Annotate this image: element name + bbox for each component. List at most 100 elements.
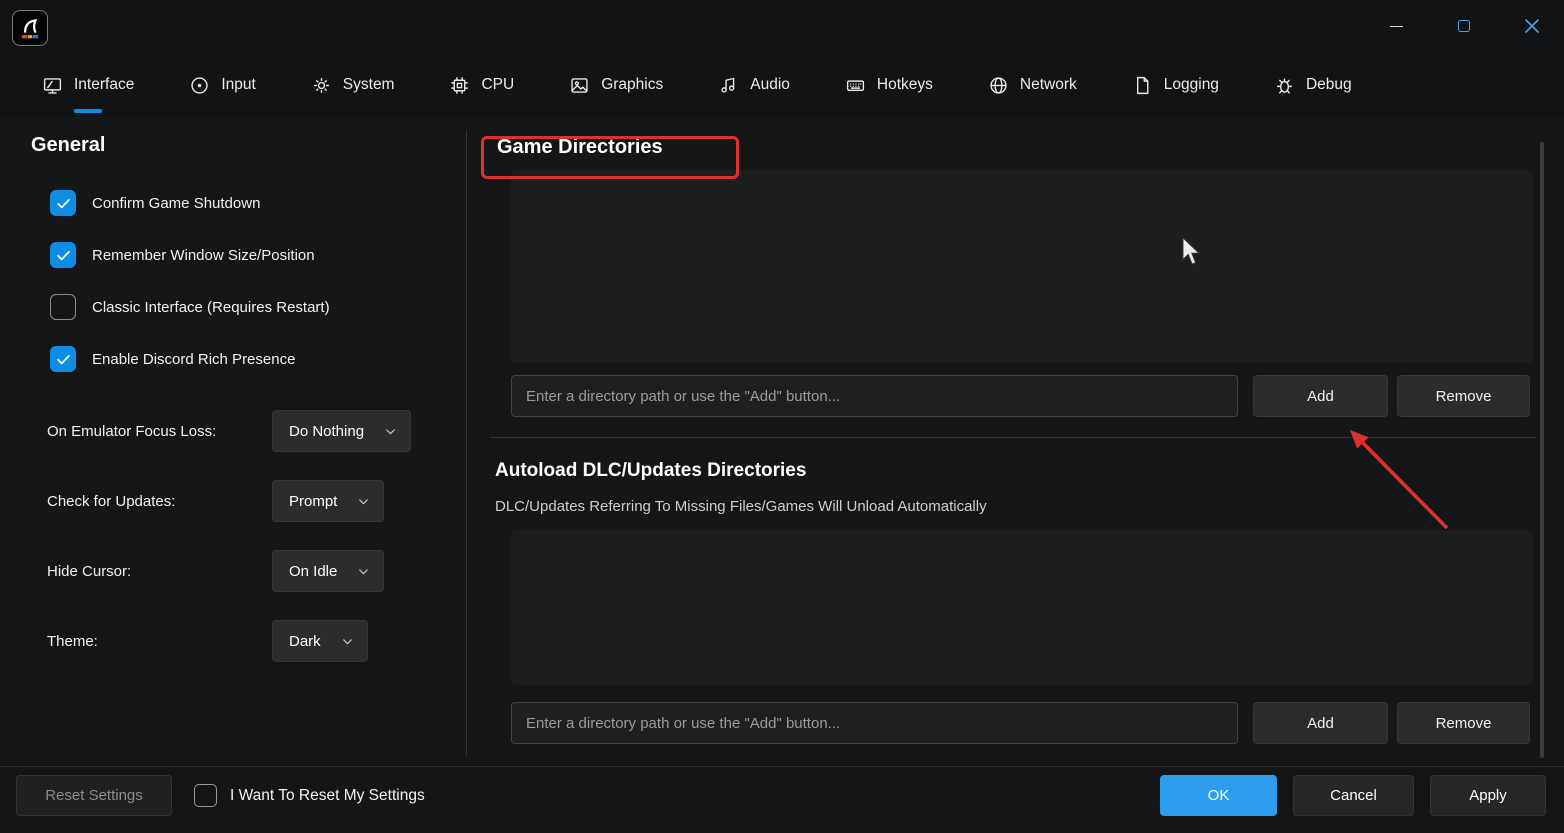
- hide-cursor-label: Hide Cursor:: [47, 563, 131, 580]
- tab-label: Interface: [74, 76, 134, 94]
- confirm-game-shutdown-checkbox[interactable]: [50, 190, 76, 216]
- maximize-button[interactable]: [1436, 0, 1492, 52]
- app-logo[interactable]: [12, 10, 48, 46]
- tab-label: Logging: [1164, 76, 1219, 94]
- game-directories-title: Game Directories: [497, 136, 663, 159]
- remember-window-checkbox[interactable]: [50, 242, 76, 268]
- network-icon: [988, 75, 1009, 96]
- focus-loss-row: On Emulator Focus Loss: Do Nothing: [47, 410, 448, 452]
- interface-icon: [42, 75, 63, 96]
- remember-window-row[interactable]: Remember Window Size/Position: [50, 242, 315, 268]
- check-icon: [55, 247, 72, 264]
- tab-label: System: [343, 76, 395, 94]
- tab-label: Graphics: [601, 76, 663, 94]
- general-title: General: [31, 134, 105, 157]
- autoload-directories-subtitle: DLC/Updates Referring To Missing Files/G…: [495, 498, 987, 515]
- reset-confirm-checkbox[interactable]: [194, 784, 217, 807]
- panel-divider: [466, 130, 467, 756]
- select-value: Prompt: [289, 493, 337, 510]
- classic-interface-checkbox[interactable]: [50, 294, 76, 320]
- maximize-icon: [1458, 20, 1470, 32]
- tab-audio[interactable]: Audio: [718, 52, 790, 118]
- autoload-directory-remove-button[interactable]: Remove: [1397, 702, 1530, 744]
- tab-network[interactable]: Network: [988, 52, 1077, 118]
- tab-graphics[interactable]: Graphics: [569, 52, 663, 118]
- check-updates-label: Check for Updates:: [47, 493, 175, 510]
- logging-icon: [1132, 75, 1153, 96]
- general-panel: General Confirm Game Shutdown Remember W…: [16, 118, 464, 766]
- checkbox-label: Classic Interface (Requires Restart): [92, 299, 330, 316]
- game-directories-list[interactable]: [511, 170, 1533, 363]
- tab-cpu[interactable]: CPU: [449, 52, 514, 118]
- tab-system[interactable]: System: [311, 52, 395, 118]
- check-updates-select[interactable]: Prompt: [272, 480, 384, 522]
- settings-window: Interface Input System CPU Graphics: [0, 0, 1564, 833]
- settings-content: General Confirm Game Shutdown Remember W…: [0, 118, 1564, 766]
- minimize-button[interactable]: [1368, 0, 1424, 52]
- apply-button[interactable]: Apply: [1430, 775, 1546, 816]
- debug-icon: [1274, 75, 1295, 96]
- ryujinx-logo-icon: [17, 15, 43, 41]
- graphics-icon: [569, 75, 590, 96]
- hide-cursor-row: Hide Cursor: On Idle: [47, 550, 448, 592]
- tab-label: Network: [1020, 76, 1077, 94]
- audio-icon: [718, 75, 739, 96]
- select-value: Do Nothing: [289, 423, 364, 440]
- check-updates-row: Check for Updates: Prompt: [47, 480, 448, 522]
- checkbox-label: Remember Window Size/Position: [92, 247, 315, 264]
- chevron-down-icon: [341, 635, 354, 648]
- system-icon: [311, 75, 332, 96]
- check-icon: [55, 195, 72, 212]
- close-icon: [1525, 19, 1539, 33]
- focus-loss-select[interactable]: Do Nothing: [272, 410, 411, 452]
- autoload-directories-list[interactable]: [511, 530, 1533, 685]
- game-directory-input[interactable]: [511, 375, 1238, 417]
- game-directory-remove-button[interactable]: Remove: [1397, 375, 1530, 417]
- check-icon: [55, 351, 72, 368]
- ok-button[interactable]: OK: [1160, 775, 1277, 816]
- tab-label: CPU: [481, 76, 514, 94]
- theme-label: Theme:: [47, 633, 98, 650]
- tab-label: Debug: [1306, 76, 1352, 94]
- chevron-down-icon: [384, 425, 397, 438]
- section-divider: [490, 437, 1536, 438]
- checkbox-label: Confirm Game Shutdown: [92, 195, 260, 212]
- select-value: Dark: [289, 633, 321, 650]
- tab-logging[interactable]: Logging: [1132, 52, 1219, 118]
- cpu-icon: [449, 75, 470, 96]
- reset-settings-button[interactable]: Reset Settings: [16, 775, 172, 816]
- tab-interface[interactable]: Interface: [42, 52, 134, 118]
- discord-presence-checkbox[interactable]: [50, 346, 76, 372]
- confirm-game-shutdown-row[interactable]: Confirm Game Shutdown: [50, 190, 260, 216]
- tab-hotkeys[interactable]: Hotkeys: [845, 52, 933, 118]
- theme-select[interactable]: Dark: [272, 620, 368, 662]
- cancel-button[interactable]: Cancel: [1293, 775, 1414, 816]
- directories-panel: Game Directories Add Remove Autoload DLC…: [490, 118, 1536, 766]
- reset-confirm-label: I Want To Reset My Settings: [230, 787, 425, 805]
- hide-cursor-select[interactable]: On Idle: [272, 550, 384, 592]
- discord-presence-row[interactable]: Enable Discord Rich Presence: [50, 346, 295, 372]
- game-directory-add-button[interactable]: Add: [1253, 375, 1388, 417]
- active-tab-indicator: [74, 109, 102, 113]
- autoload-directory-add-button[interactable]: Add: [1253, 702, 1388, 744]
- tab-debug[interactable]: Debug: [1274, 52, 1352, 118]
- checkbox-label: Enable Discord Rich Presence: [92, 351, 295, 368]
- focus-loss-label: On Emulator Focus Loss:: [47, 423, 216, 440]
- tab-label: Audio: [750, 76, 790, 94]
- close-button[interactable]: [1504, 0, 1560, 52]
- minimize-icon: [1390, 26, 1403, 27]
- input-icon: [189, 75, 210, 96]
- chevron-down-icon: [357, 565, 370, 578]
- tab-label: Hotkeys: [877, 76, 933, 94]
- autoload-directories-title: Autoload DLC/Updates Directories: [495, 460, 806, 482]
- autoload-directory-input[interactable]: [511, 702, 1238, 744]
- tab-input[interactable]: Input: [189, 52, 255, 118]
- classic-interface-row[interactable]: Classic Interface (Requires Restart): [50, 294, 330, 320]
- chevron-down-icon: [357, 495, 370, 508]
- tab-label: Input: [221, 76, 255, 94]
- theme-row: Theme: Dark: [47, 620, 448, 662]
- right-panel-scrollbar[interactable]: [1540, 142, 1544, 758]
- footer-bar: Reset Settings I Want To Reset My Settin…: [0, 766, 1564, 833]
- hotkeys-icon: [845, 75, 866, 96]
- tab-bar: Interface Input System CPU Graphics: [0, 52, 1564, 118]
